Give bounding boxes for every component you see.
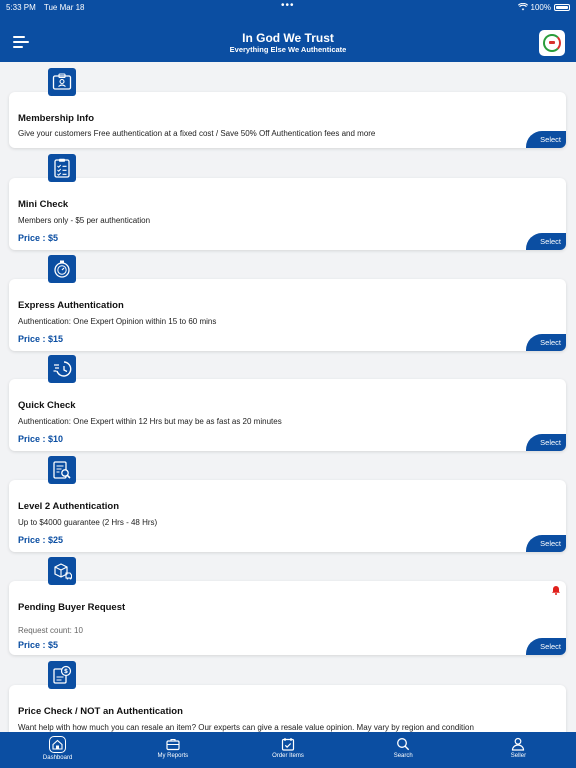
card-description: Authentication: One Expert Opinion withi… xyxy=(18,317,217,326)
page-title: In God We Trust xyxy=(242,31,334,45)
tab-dashboard[interactable]: Dashboard xyxy=(0,732,115,768)
logo-ring-icon xyxy=(543,34,561,52)
service-card[interactable]: Membership Info Give your customers Free… xyxy=(9,92,566,148)
list-item-pending-buyer-request: Pending Buyer Request Request count: 10 … xyxy=(9,557,566,657)
page-subtitle: Everything Else We Authenticate xyxy=(229,45,347,54)
list-item-quick-check: Quick Check Authentication: One Expert w… xyxy=(9,355,566,451)
card-title: Pending Buyer Request xyxy=(18,602,126,613)
card-title: Mini Check xyxy=(18,199,69,210)
stopwatch-icon xyxy=(48,255,76,283)
status-bar: 5:33 PM Tue Mar 18 ••• 100% xyxy=(0,0,576,14)
service-card[interactable]: Pending Buyer Request Request count: 10 … xyxy=(9,581,566,655)
tab-label: Order Items xyxy=(272,753,304,759)
card-price: Price : $25 xyxy=(18,535,64,545)
app-header: In God We Trust Everything Else We Authe… xyxy=(0,14,576,62)
multitasking-dots-icon[interactable]: ••• xyxy=(281,1,295,11)
card-price: Price : $5 xyxy=(18,640,59,650)
card-price: Price : $10 xyxy=(18,434,64,444)
list-item-express-authentication: Express Authentication Authentication: O… xyxy=(9,255,566,351)
tab-label: Dashboard xyxy=(42,755,73,761)
tab-my-reports[interactable]: My Reports xyxy=(115,732,230,768)
wifi-icon xyxy=(517,3,528,11)
battery-icon xyxy=(554,3,570,11)
checklist-icon xyxy=(48,154,76,182)
card-description: Want help with how much you can resale a… xyxy=(18,723,474,732)
card-price: Price : $5 xyxy=(18,233,59,243)
card-description: Give your customers Free authentication … xyxy=(18,129,376,138)
tab-label: My Reports xyxy=(157,753,189,759)
list-item-price-check: $ Price Check / NOT an Authentication Wa… xyxy=(9,661,566,732)
status-date: Tue Mar 18 xyxy=(43,2,85,12)
service-card[interactable]: Level 2 Authentication Up to $4000 guara… xyxy=(9,480,566,552)
select-button[interactable]: Select xyxy=(526,535,566,552)
fast-clock-icon xyxy=(48,355,76,383)
card-title: Membership Info xyxy=(18,113,95,124)
card-title: Price Check / NOT an Authentication xyxy=(18,706,183,717)
bell-icon[interactable] xyxy=(551,585,561,595)
card-description: Request count: 10 xyxy=(18,626,83,635)
card-price: Price : $15 xyxy=(18,334,64,344)
list-item-mini-check: Mini Check Members only - $5 per authent… xyxy=(9,154,566,250)
search-icon xyxy=(397,738,410,751)
tab-order-items[interactable]: Order Items xyxy=(230,732,345,768)
home-icon xyxy=(49,736,67,753)
package-icon xyxy=(48,557,76,585)
select-button[interactable]: Select xyxy=(526,638,566,655)
service-card[interactable]: Express Authentication Authentication: O… xyxy=(9,279,566,351)
card-title: Express Authentication xyxy=(18,300,124,311)
card-description: Members only - $5 per authentication xyxy=(18,216,151,225)
select-button[interactable]: Select xyxy=(526,434,566,451)
battery-percent: 100% xyxy=(530,2,551,12)
card-title: Quick Check xyxy=(18,400,76,411)
select-button[interactable]: Select xyxy=(526,233,566,250)
calendar-check-icon xyxy=(281,738,295,751)
brand-logo[interactable] xyxy=(539,30,565,56)
status-time: 5:33 PM xyxy=(6,2,36,12)
tab-seller[interactable]: Seller xyxy=(461,732,576,768)
tab-search[interactable]: Search xyxy=(346,732,461,768)
list-item-membership: Membership Info Give your customers Free… xyxy=(9,68,566,156)
list-item-level-2-authentication: Level 2 Authentication Up to $4000 guara… xyxy=(9,456,566,552)
service-card[interactable]: Price Check / NOT an Authentication Want… xyxy=(9,685,566,732)
briefcase-icon xyxy=(166,738,180,751)
tab-label: Search xyxy=(393,753,413,759)
service-list[interactable]: Membership Info Give your customers Free… xyxy=(0,62,576,732)
card-description: Authentication: One Expert within 12 Hrs… xyxy=(18,417,282,426)
user-icon xyxy=(512,737,525,751)
tab-label: Seller xyxy=(510,753,527,759)
bottom-tab-bar: Dashboard My Reports Order Items Search … xyxy=(0,732,576,768)
card-title: Level 2 Authentication xyxy=(18,501,119,512)
price-tag-document-icon: $ xyxy=(48,661,76,689)
select-button[interactable]: Select xyxy=(526,131,566,148)
membership-card-icon xyxy=(48,68,76,96)
document-search-icon xyxy=(48,456,76,484)
svg-text:$: $ xyxy=(64,668,68,675)
select-button[interactable]: Select xyxy=(526,334,566,351)
service-card[interactable]: Mini Check Members only - $5 per authent… xyxy=(9,178,566,250)
card-description: Up to $4000 guarantee (2 Hrs - 48 Hrs) xyxy=(18,518,158,527)
service-card[interactable]: Quick Check Authentication: One Expert w… xyxy=(9,379,566,451)
